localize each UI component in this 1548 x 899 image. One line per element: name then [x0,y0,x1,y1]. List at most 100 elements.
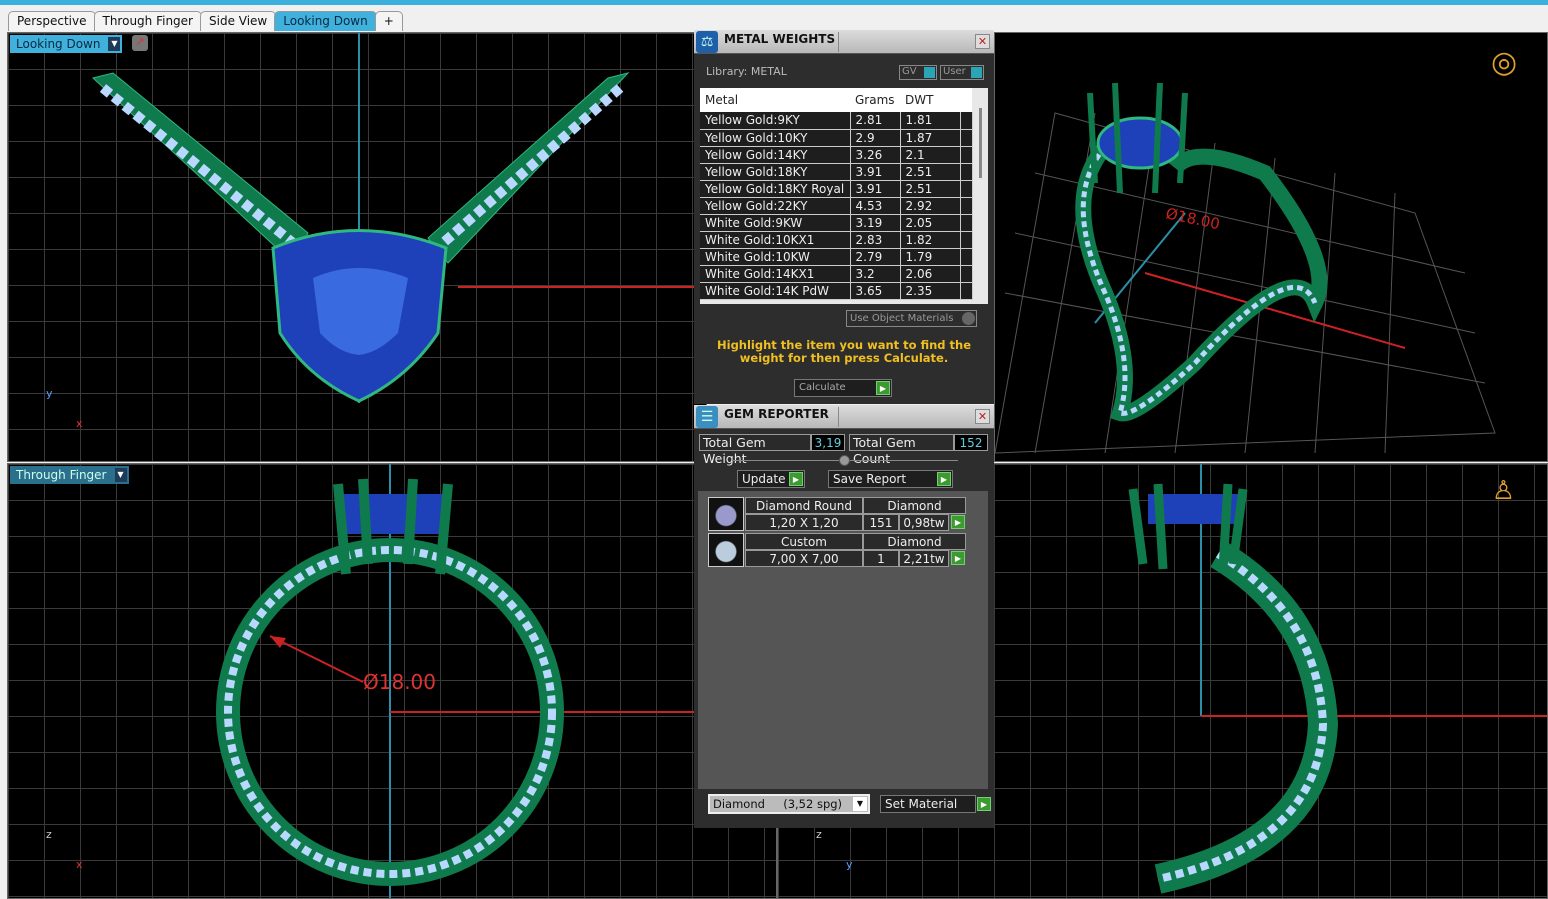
column-header-metal[interactable]: Metal [700,88,850,112]
spacer-cell [960,197,973,215]
grams-cell: 3.19 [850,214,901,232]
metal-cell: White Gold:14K PdW [700,282,851,300]
scrollbar[interactable] [979,108,982,178]
play-icon: ▶ [789,472,803,486]
column-header-grams[interactable]: Grams [850,88,900,112]
gem-count: 151 [863,514,899,531]
axis-z-label: z [46,828,52,841]
update-button[interactable]: Update ▶ [737,470,805,488]
viewport-label: Through Finger [16,468,107,482]
total-gem-count-value: 152 [954,434,988,451]
user-toggle[interactable]: User [940,65,984,80]
viewport-through-finger[interactable]: Ø18.00 Through Finger ▼ z x [7,463,777,899]
pendant-icon[interactable]: ♙ [1492,476,1515,506]
axis-x-label: x [76,858,83,871]
button-label: Save Report [833,472,907,486]
table-row[interactable]: Yellow Gold:18KY 3.91 2.51 [700,163,973,181]
close-button[interactable]: ✕ [975,34,990,49]
panel-title: METAL WEIGHTS [724,32,836,46]
dwt-cell: 1.81 [900,112,961,130]
dwt-cell: 2.06 [900,265,961,283]
save-report-button[interactable]: Save Report ▶ [828,470,953,488]
panel-header[interactable]: ⚖ METAL WEIGHTS ✕ [694,30,994,54]
dimension-label: Ø18.00 [363,670,436,694]
table-row[interactable]: White Gold:14K PdW 3.65 2.35 [700,282,973,300]
metal-cell: Yellow Gold:18KY Royal [700,180,851,198]
spacer-cell [960,231,973,249]
ring-perspective-view: Ø18.00 [995,82,1496,454]
gem-row[interactable]: Custom Diamond 7,00 X 7,00 1 2,21tw ▶ [708,533,966,567]
material-select[interactable]: Diamond (3,52 spg) ▼ [708,794,870,814]
viewport-looking-down[interactable]: Looking Down ▼ ↗ y x [7,32,707,462]
dwt-cell: 2.1 [900,146,961,164]
gem-thumbnail-icon [708,497,744,531]
viewport-view-selector[interactable]: Looking Down ▼ [10,35,123,53]
table-row[interactable]: Yellow Gold:10KY 2.9 1.87 [700,129,973,147]
spacer-cell [960,129,973,147]
table-row[interactable]: Yellow Gold:22KY 4.53 2.92 [700,197,973,215]
toggle-label: Use Object Materials [850,313,954,324]
tab-looking-down[interactable]: Looking Down [274,11,377,31]
collapse-handle-icon[interactable] [839,455,850,466]
play-icon: ▶ [937,472,951,486]
metal-cell: Yellow Gold:10KY [700,129,851,147]
table-row[interactable]: White Gold:10KX1 2.83 1.82 [700,231,973,249]
grams-cell: 2.79 [850,248,901,266]
dwt-cell: 1.79 [900,248,961,266]
viewport-perspective[interactable]: Ø18.00 ◎ [994,32,1548,462]
column-header-dwt[interactable]: DWT [900,88,960,112]
select-gems-button[interactable]: ▶ [951,515,965,529]
total-gem-weight-label: Total Gem Weight [699,434,811,466]
grams-cell: 4.53 [850,197,901,215]
grams-cell: 3.26 [850,146,901,164]
spacer-cell [960,248,973,266]
select-gems-button[interactable]: ▶ [951,551,965,565]
chevron-down-icon[interactable]: ▼ [108,37,121,51]
gv-toggle[interactable]: GV [899,65,937,80]
dwt-cell: 2.05 [900,214,961,232]
metal-table-container: Metal Grams DWT Yellow Gold:9KY 2.81 1.81 Y… [700,88,988,304]
set-material-button[interactable]: Set Material ▶ [880,795,991,813]
close-button[interactable]: ✕ [975,409,990,424]
metal-cell: Yellow Gold:14KY [700,146,851,164]
viewport-label: Looking Down [16,37,101,51]
pin-icon[interactable]: ↗ [132,35,148,51]
hint-text: Highlight the item you want to find the … [717,338,971,365]
table-row[interactable]: White Gold:10KW 2.79 1.79 [700,248,973,266]
spacer-cell [960,163,973,181]
select-value: Diamond (3,52 spg) [713,797,843,811]
button-label: Update [742,472,786,486]
panel-title: GEM REPORTER [724,407,829,421]
metal-weights-panel: ⚖ METAL WEIGHTS ✕ Library: METAL GV User… [694,30,994,404]
play-icon: ▶ [977,797,991,811]
library-label: Library: METAL [706,65,787,78]
metal-cell: White Gold:10KX1 [700,231,851,249]
spacer-cell [960,265,973,283]
table-row[interactable]: White Gold:9KW 3.19 2.05 [700,214,973,232]
axis-z-label: z [816,828,822,841]
tab-perspective[interactable]: Perspective [8,11,96,31]
viewport-view-selector[interactable]: Through Finger ▼ [10,466,129,484]
table-row[interactable]: White Gold:14KX1 3.2 2.06 [700,265,973,283]
calculate-button[interactable]: Calculate ▶ [794,379,892,397]
grams-cell: 3.65 [850,282,901,300]
chevron-down-icon[interactable]: ▼ [114,468,127,482]
grams-cell: 2.9 [850,129,901,147]
panel-header[interactable]: ☰ GEM REPORTER ✕ [694,405,994,429]
add-tab-button[interactable]: + [374,11,403,31]
tab-through-finger[interactable]: Through Finger [93,11,202,31]
spacer-cell [960,112,973,130]
table-row[interactable]: Yellow Gold:9KY 2.81 1.81 [700,112,973,130]
button-label: Calculate [799,382,846,393]
metal-cell: Yellow Gold:22KY [700,197,851,215]
tab-side-view[interactable]: Side View [200,11,277,31]
ring-icon[interactable]: ◎ [1491,45,1525,89]
table-row[interactable]: Yellow Gold:14KY 3.26 2.1 [700,146,973,164]
spacer-cell [960,146,973,164]
use-object-materials-toggle[interactable]: Use Object Materials [846,310,977,327]
gem-size: 1,20 X 1,20 [745,514,863,531]
table-row[interactable]: Yellow Gold:18KY Royal 3.91 2.51 [700,180,973,198]
ring-front-view: Ø18.00 [216,464,776,898]
gem-size: 7,00 X 7,00 [745,550,863,567]
gem-row[interactable]: Diamond Round Diamond 1,20 X 1,20 151 0,… [708,497,966,531]
